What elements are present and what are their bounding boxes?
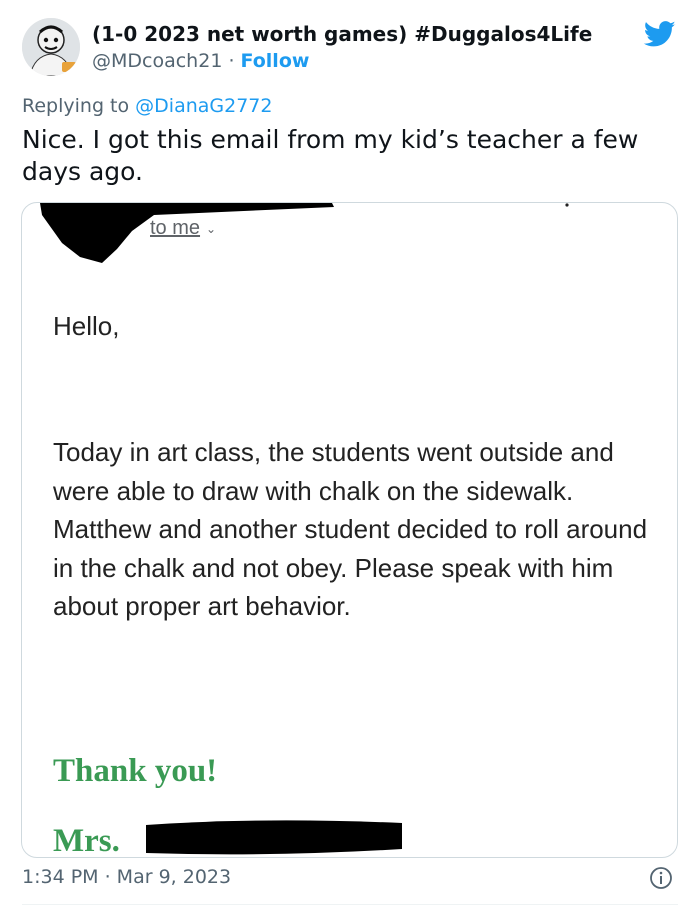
chevron-down-icon: ⌄ bbox=[206, 221, 217, 236]
email-greeting: Hello, bbox=[53, 311, 120, 341]
replying-to: Replying to @DianaG2772 bbox=[22, 95, 272, 117]
follow-button[interactable]: Follow bbox=[241, 50, 310, 72]
avatar-image bbox=[22, 18, 80, 76]
bottom-divider bbox=[22, 904, 678, 905]
info-icon[interactable] bbox=[649, 866, 673, 890]
replying-mention[interactable]: @DianaG2772 bbox=[135, 95, 272, 117]
handle-line: @MDcoach21 · Follow bbox=[92, 50, 309, 72]
user-handle[interactable]: @MDcoach21 bbox=[92, 50, 222, 72]
redaction-top bbox=[40, 203, 569, 263]
email-body: Today in art class, the students went ou… bbox=[53, 437, 648, 621]
twitter-bird-icon[interactable] bbox=[642, 18, 678, 50]
separator-dot: · bbox=[222, 50, 241, 72]
display-name[interactable]: (1-0 2023 net worth games) #Duggalos4Lif… bbox=[92, 22, 592, 46]
redaction-signature bbox=[146, 820, 402, 855]
avatar[interactable] bbox=[22, 18, 80, 76]
replying-prefix: Replying to bbox=[22, 95, 136, 117]
email-screenshot[interactable]: to me ⌄ Hello, Today in art class, the st… bbox=[21, 202, 678, 858]
tweet-timestamp[interactable]: 1:34 PM · Mar 9, 2023 bbox=[22, 866, 231, 888]
email-thanks: Thank you! bbox=[53, 753, 218, 789]
recipient-label: to me bbox=[150, 217, 201, 239]
recipient-dropdown[interactable]: to me ⌄ bbox=[150, 217, 216, 240]
tweet-text: Nice. I got this email from my kid’s tea… bbox=[22, 125, 639, 186]
tweet-header: (1-0 2023 net worth games) #Duggalos4Lif… bbox=[0, 0, 700, 90]
